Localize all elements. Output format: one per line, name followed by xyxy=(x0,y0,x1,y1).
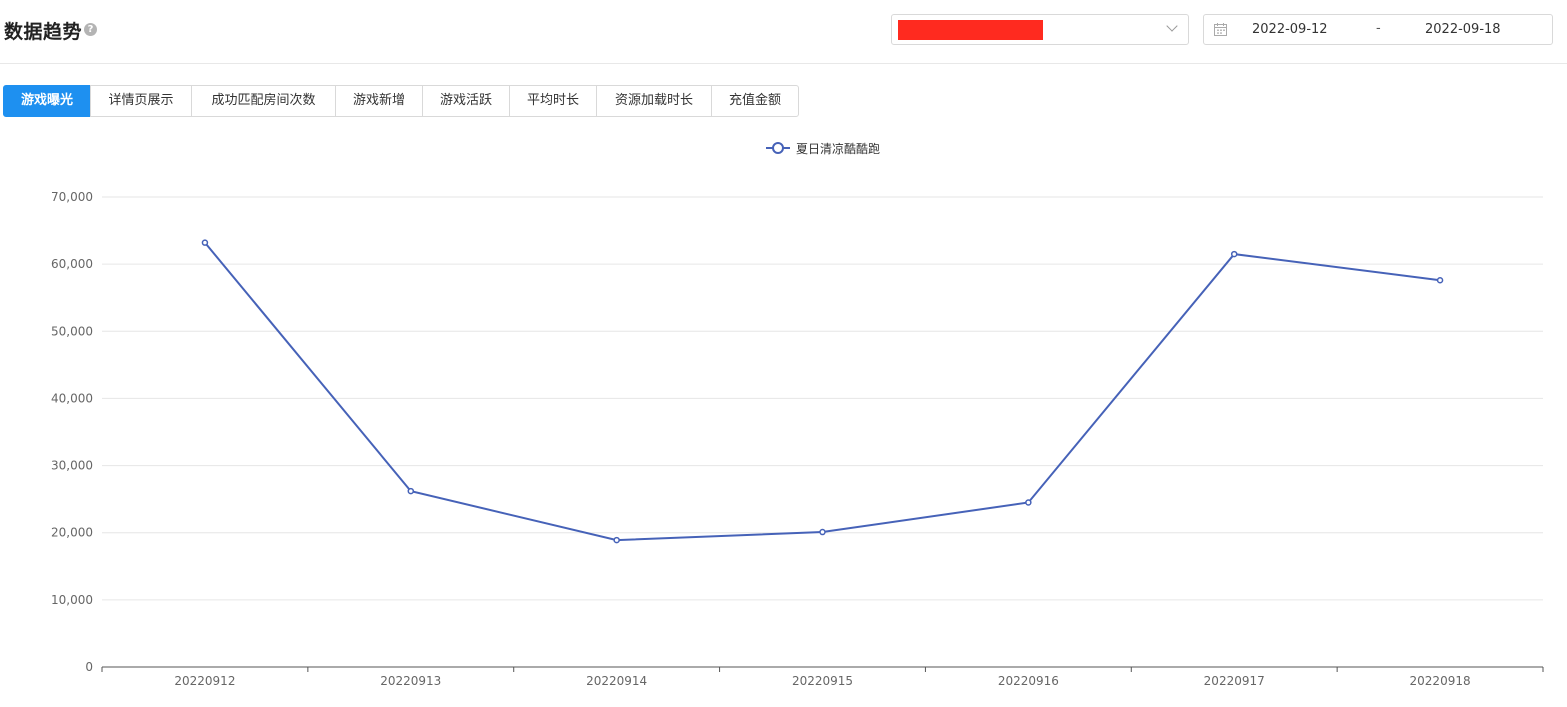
y-tick-label: 60,000 xyxy=(51,257,93,271)
x-tick-label: 20220914 xyxy=(586,674,647,688)
y-tick-label: 20,000 xyxy=(51,526,93,540)
data-point xyxy=(1025,499,1032,506)
y-tick-label: 10,000 xyxy=(51,593,93,607)
tab-avg-duration[interactable]: 平均时长 xyxy=(509,85,597,117)
start-date-input[interactable]: 2022-09-12 xyxy=(1252,22,1328,37)
metric-tabs: 游戏曝光 详情页展示 成功匹配房间次数 游戏新增 游戏活跃 平均时长 资源加载时… xyxy=(3,85,799,117)
tab-active-players[interactable]: 游戏活跃 xyxy=(422,85,510,117)
x-tick-label: 20220915 xyxy=(792,674,853,688)
end-date-input[interactable]: 2022-09-18 xyxy=(1425,22,1501,37)
tab-new-players[interactable]: 游戏新增 xyxy=(335,85,423,117)
y-tick-label: 0 xyxy=(85,660,93,674)
date-range-picker[interactable]: 2022-09-12 - 2022-09-18 xyxy=(1203,14,1553,45)
series-line xyxy=(204,242,1441,542)
trend-line-chart: 0 10,000 20,000 30,000 40,000 50,000 60,000 70,… xyxy=(51,141,1544,688)
app-select[interactable] xyxy=(891,14,1189,45)
chevron-down-icon xyxy=(1166,20,1178,32)
data-point xyxy=(613,536,620,544)
tab-game-exposure[interactable]: 游戏曝光 xyxy=(3,85,91,117)
tab-detail-page-views[interactable]: 详情页展示 xyxy=(90,85,192,117)
x-tick-label: 20220912 xyxy=(174,674,235,688)
legend-marker xyxy=(772,142,784,154)
legend-label: 夏日清凉酷酷跑 xyxy=(796,141,880,156)
tab-recharge-amount[interactable]: 充值金额 xyxy=(711,85,799,117)
x-tick-label: 20220918 xyxy=(1410,674,1471,688)
x-tick-label: 20220916 xyxy=(998,674,1059,688)
data-point xyxy=(201,239,209,246)
y-tick-label: 40,000 xyxy=(51,391,93,405)
y-tick-label: 50,000 xyxy=(51,324,93,338)
data-point xyxy=(1230,250,1238,258)
data-point xyxy=(819,528,826,536)
data-point xyxy=(1436,277,1444,284)
question-circle-icon[interactable]: ? xyxy=(84,23,97,36)
y-tick-label: 70,000 xyxy=(51,190,93,204)
redacted-selected-value xyxy=(898,20,1043,40)
tab-room-match-count[interactable]: 成功匹配房间次数 xyxy=(191,85,336,117)
x-tick-label: 20220917 xyxy=(1204,674,1265,688)
page-header: 数据趋势 ? 2022-09-12 - 2022-09-18 xyxy=(0,0,1567,64)
x-tick-label: 20220913 xyxy=(380,674,441,688)
date-separator: - xyxy=(1376,21,1381,36)
page-title: 数据趋势 xyxy=(4,21,83,43)
calendar-icon xyxy=(1214,23,1227,36)
tab-resource-load-time[interactable]: 资源加载时长 xyxy=(596,85,712,117)
data-point xyxy=(407,487,415,495)
y-tick-label: 30,000 xyxy=(51,459,93,473)
